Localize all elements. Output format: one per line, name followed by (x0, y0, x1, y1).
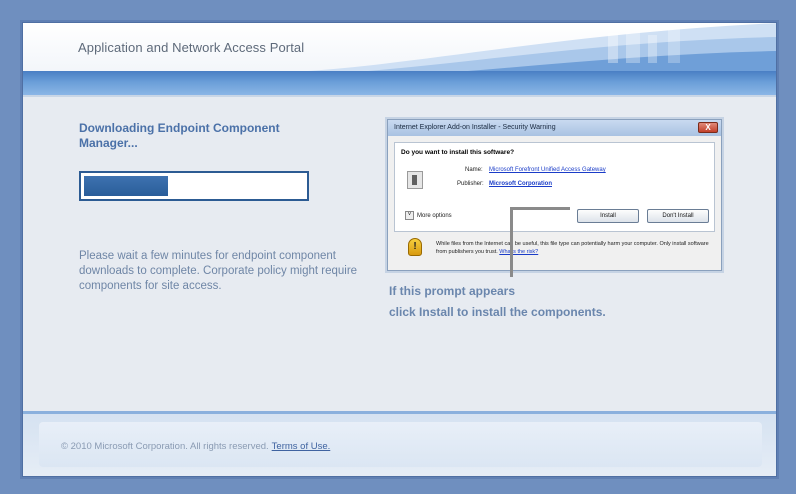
publisher-value-link: Microsoft Corporation (489, 181, 552, 187)
dialog-title: Internet Explorer Add-on Installer - Sec… (394, 124, 556, 131)
name-label: Name: (465, 167, 483, 173)
dont-install-button-image: Don't Install (647, 209, 709, 223)
warning-shield-icon: ! (408, 238, 422, 256)
callout-line-horizontal (510, 207, 570, 210)
header: Application and Network Access Portal (23, 23, 776, 71)
terms-of-use-link[interactable]: Terms of Use. (272, 441, 331, 452)
callout-line-vertical (510, 207, 513, 277)
package-icon (407, 171, 423, 189)
wait-message: Please wait a few minutes for endpoint c… (79, 250, 358, 292)
download-progress-bar (79, 171, 309, 201)
header-swoosh-graphic (308, 23, 776, 71)
dialog-question: Do you want to install this software? (401, 149, 515, 156)
publisher-label: Publisher: (457, 181, 484, 187)
dialog-title-bar: Internet Explorer Add-on Installer - Sec… (388, 120, 721, 136)
chevron-down-icon: ˅ (405, 211, 414, 220)
portal-frame: Application and Network Access Portal Do… (22, 22, 777, 477)
security-warning-dialog-screenshot: Internet Explorer Add-on Installer - Sec… (387, 119, 722, 271)
name-value-link: Microsoft Forefront Unified Access Gatew… (489, 167, 606, 173)
header-band (23, 71, 776, 95)
instructions-line-2: click Install to install the components. (389, 305, 606, 319)
footer-text: © 2010 Microsoft Corporation. All rights… (61, 441, 330, 452)
instructions-line-1: If this prompt appears (389, 284, 516, 298)
warning-message: While files from the Internet can be use… (436, 241, 709, 255)
dialog-body: Do you want to install this software? Na… (394, 142, 715, 232)
more-options: ˅ More options (405, 211, 452, 220)
warning-text: While files from the Internet can be use… (436, 240, 716, 256)
page-title: Application and Network Access Portal (78, 40, 305, 55)
close-icon: X (698, 122, 718, 133)
download-status-title: Downloading Endpoint Component Manager..… (79, 121, 280, 150)
progress-fill (84, 176, 168, 196)
header-divider (23, 95, 776, 97)
install-instructions: If this prompt appears click Install to … (389, 281, 689, 323)
install-button-image: Install (577, 209, 639, 223)
more-options-label: More options (417, 213, 452, 220)
warning-risk-link: What's the risk? (499, 249, 539, 255)
copyright-text: © 2010 Microsoft Corporation. All rights… (61, 441, 269, 452)
